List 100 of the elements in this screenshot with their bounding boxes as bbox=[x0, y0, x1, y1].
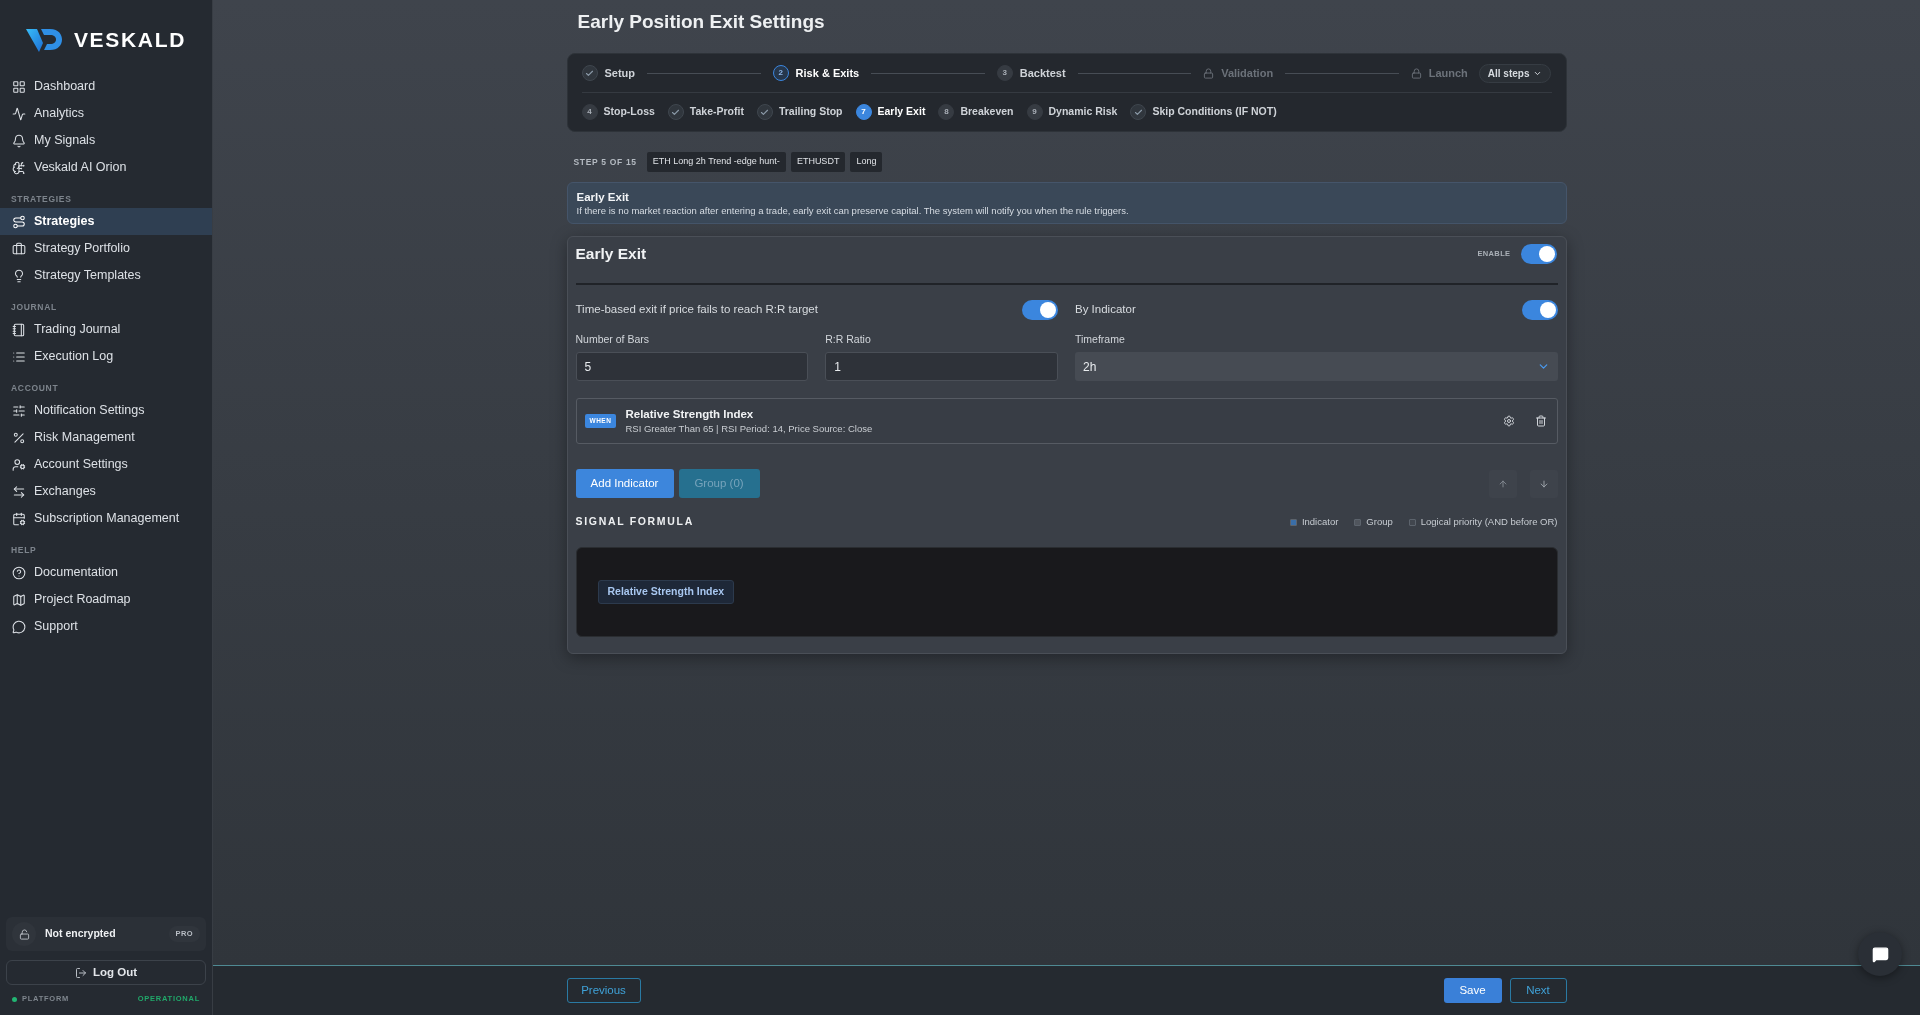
legend-label: Indicator bbox=[1301, 514, 1339, 529]
nav-item[interactable]: Execution Log bbox=[0, 343, 212, 370]
nav-item[interactable]: Veskald AI Orion bbox=[0, 154, 212, 181]
check-icon bbox=[581, 65, 598, 81]
field-label: Timeframe bbox=[1075, 332, 1126, 348]
brain-icon bbox=[12, 160, 26, 175]
strategy-tag: Long bbox=[850, 152, 883, 172]
info-text: If there is no market reaction after entering a trade, early exit can preserve capital. The system will notify you when the rule triggers. bbox=[576, 203, 1130, 217]
step-tab[interactable]: 3 Backtest bbox=[996, 64, 1066, 82]
number-input[interactable]: 5 bbox=[575, 352, 809, 381]
substep-tab[interactable]: 7 Early Exit bbox=[855, 104, 926, 120]
step-number: 4 bbox=[581, 104, 598, 120]
substep-tab[interactable]: 8 Breakeven bbox=[938, 104, 1014, 120]
save-button[interactable]: Save bbox=[1443, 978, 1502, 1003]
step-tab[interactable]: Setup bbox=[581, 64, 636, 82]
step-number: 3 bbox=[996, 65, 1013, 81]
substep-tab[interactable]: Trailing Stop bbox=[756, 104, 843, 120]
nav-item[interactable]: Notification Settings bbox=[0, 397, 212, 424]
encryption-status: Not encrypted bbox=[45, 926, 116, 942]
field-label: R:R Ratio bbox=[825, 332, 872, 348]
toggle-switch[interactable] bbox=[1520, 244, 1557, 264]
notebook-icon bbox=[12, 322, 26, 337]
nav-item[interactable]: Support bbox=[0, 613, 212, 640]
arrows-icon bbox=[12, 484, 26, 499]
option-label: Time-based exit if price fails to reach R:R target bbox=[575, 302, 818, 318]
nav-item[interactable]: Exchanges bbox=[0, 478, 212, 505]
percent-icon bbox=[12, 430, 26, 445]
delete-button[interactable] bbox=[1534, 415, 1547, 427]
add-indicator-button[interactable]: Add Indicator bbox=[575, 469, 674, 498]
all-steps-dropdown[interactable]: All steps bbox=[1478, 63, 1552, 83]
bell-icon bbox=[12, 133, 26, 148]
map-icon bbox=[12, 592, 26, 607]
nav-item[interactable]: Documentation bbox=[0, 559, 212, 586]
substep-tab[interactable]: 4 Stop-Loss bbox=[581, 104, 655, 120]
pulse-icon bbox=[12, 106, 26, 121]
settings-button[interactable] bbox=[1502, 415, 1515, 427]
nav-item[interactable]: Risk Management bbox=[0, 424, 212, 451]
info-title: Early Exit bbox=[576, 189, 630, 204]
brand-name: VESKALD bbox=[73, 26, 187, 53]
step-number: 7 bbox=[855, 104, 872, 120]
section-heading: ACCOUNT bbox=[10, 381, 60, 395]
strategy-tag: ETHUSDT bbox=[790, 152, 846, 172]
timeframe-select[interactable]: 2h bbox=[1075, 352, 1558, 381]
unlock-icon bbox=[12, 922, 36, 946]
logo-icon bbox=[25, 27, 62, 52]
step-number: 8 bbox=[938, 104, 955, 120]
legend-label: Group bbox=[1366, 514, 1393, 529]
previous-button[interactable]: Previous bbox=[566, 978, 641, 1003]
page-title: Early Position Exit Settings bbox=[577, 9, 825, 34]
chat-bubble-icon bbox=[12, 619, 26, 634]
logout-button[interactable]: Log Out bbox=[6, 960, 206, 985]
toggle-switch[interactable] bbox=[1022, 300, 1058, 320]
nav-item[interactable]: Trading Journal bbox=[0, 316, 212, 343]
section-heading: STRATEGIES bbox=[10, 192, 73, 206]
sliders-icon bbox=[12, 403, 26, 418]
nav-item[interactable]: Analytics bbox=[0, 100, 212, 127]
next-button[interactable]: Next bbox=[1509, 978, 1567, 1003]
arrow-up-icon bbox=[1497, 478, 1508, 489]
indicator-title: Relative Strength Index bbox=[625, 407, 755, 422]
nav-item[interactable]: Strategy Portfolio bbox=[0, 235, 212, 262]
check-icon bbox=[756, 104, 773, 120]
calendar-gear-icon bbox=[12, 511, 26, 526]
step-number: 9 bbox=[1026, 104, 1043, 120]
nav-item[interactable]: Strategies bbox=[0, 208, 212, 235]
lock-icon bbox=[1203, 67, 1215, 79]
nav-item[interactable]: My Signals bbox=[0, 127, 212, 154]
card-title: Early Exit bbox=[575, 244, 647, 265]
lightbulb-icon bbox=[12, 268, 26, 283]
indicator-details: RSI Greater Than 65 | RSI Period: 14, Price Source: Close bbox=[625, 422, 873, 435]
formula-token[interactable]: Relative Strength Index bbox=[597, 580, 735, 604]
field-label: Number of Bars bbox=[575, 332, 651, 348]
check-icon bbox=[1130, 104, 1147, 120]
settings-icon bbox=[1502, 415, 1515, 427]
section-title: SIGNAL FORMULA bbox=[575, 514, 694, 530]
nav-item[interactable]: Dashboard bbox=[0, 73, 212, 100]
legend-label: Logical priority (AND before OR) bbox=[1420, 514, 1558, 529]
nav-item[interactable]: Strategy Templates bbox=[0, 262, 212, 289]
nav-item[interactable]: Account Settings bbox=[0, 451, 212, 478]
substep-tab[interactable]: Take-Profit bbox=[667, 104, 744, 120]
briefcase-icon bbox=[12, 241, 26, 256]
step-counter: STEP 5 OF 15 bbox=[573, 155, 637, 169]
option-label: By Indicator bbox=[1075, 302, 1136, 318]
chat-icon bbox=[1871, 945, 1889, 963]
trash-icon bbox=[1534, 415, 1547, 427]
substep-tab[interactable]: Skip Conditions (IF NOT) bbox=[1130, 104, 1277, 120]
arrow-down-icon bbox=[1538, 478, 1549, 489]
logout-icon bbox=[74, 966, 87, 979]
section-heading: JOURNAL bbox=[10, 300, 58, 314]
check-icon bbox=[667, 104, 684, 120]
help-icon bbox=[12, 565, 26, 580]
step-number: 2 bbox=[772, 65, 789, 81]
list-icon bbox=[12, 349, 26, 364]
user-gear-icon bbox=[12, 457, 26, 472]
toggle-switch[interactable] bbox=[1521, 300, 1558, 320]
number-input[interactable]: 1 bbox=[825, 352, 1058, 381]
step-tab[interactable]: 2 Risk & Exits bbox=[772, 64, 860, 82]
substep-tab[interactable]: 9 Dynamic Risk bbox=[1026, 104, 1118, 120]
nav-item[interactable]: Project Roadmap bbox=[0, 586, 212, 613]
route-icon bbox=[12, 214, 26, 229]
nav-item[interactable]: Subscription Management bbox=[0, 505, 212, 532]
